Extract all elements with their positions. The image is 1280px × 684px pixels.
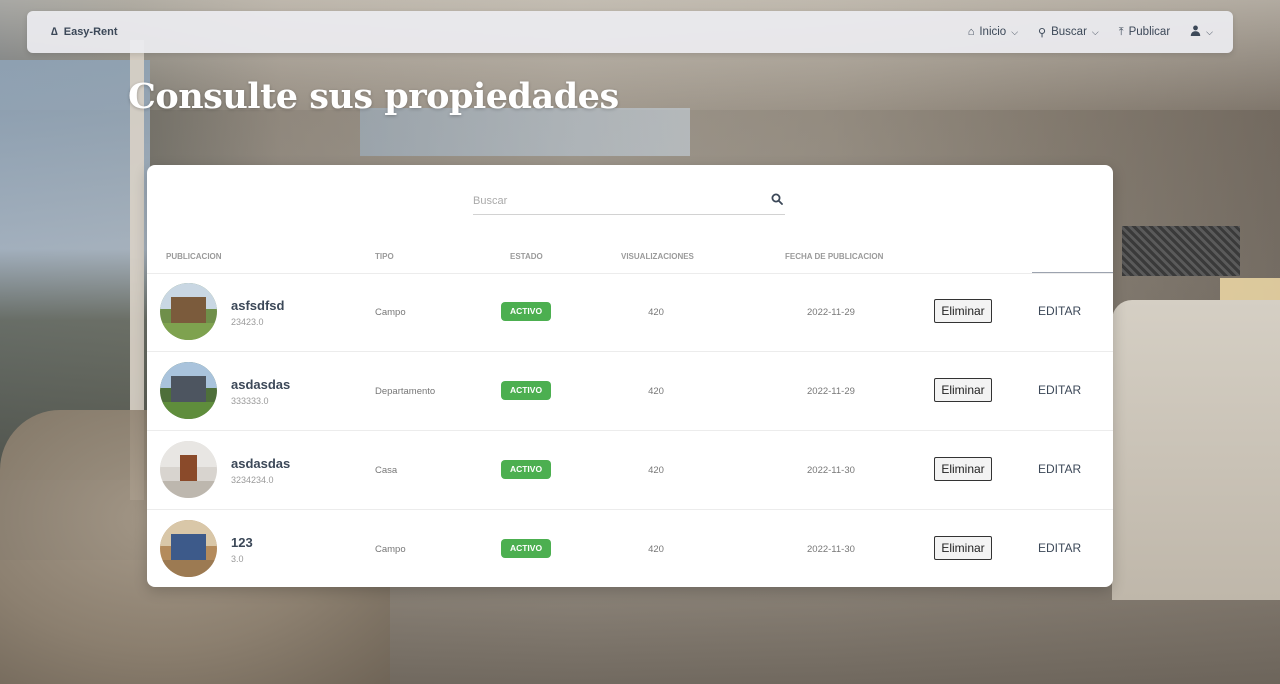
status-badge: ACTIVO bbox=[501, 539, 551, 558]
property-title: asdasdas bbox=[231, 377, 291, 392]
header-fecha: FECHA DE PUBLICACION bbox=[785, 252, 884, 261]
publication-date: 2022-11-30 bbox=[807, 465, 855, 476]
edit-button[interactable]: EDITAR bbox=[1038, 541, 1081, 555]
edit-button[interactable]: EDITAR bbox=[1038, 383, 1081, 397]
table-row: asfsdfsd 23423.0 Campo ACTIVO 420 2022-1… bbox=[147, 273, 1113, 351]
brand-label: Easy-Rent bbox=[63, 26, 118, 38]
background-chair bbox=[1112, 300, 1280, 600]
nav-item-buscar[interactable]: ⚲ Buscar ⌵ bbox=[1038, 26, 1099, 39]
delete-button[interactable]: Eliminar bbox=[934, 378, 992, 402]
chevron-down-icon: ⌵ bbox=[1206, 26, 1213, 37]
background-wall-art bbox=[1122, 226, 1240, 276]
views-count: 420 bbox=[648, 307, 664, 318]
property-price: 3234234.0 bbox=[231, 475, 274, 485]
property-title: asfsdfsd bbox=[231, 298, 285, 313]
nav-item-label: Buscar bbox=[1051, 26, 1087, 38]
property-thumbnail[interactable] bbox=[160, 520, 217, 577]
home-icon: ⌂ bbox=[967, 26, 975, 38]
search-input[interactable] bbox=[473, 194, 753, 207]
property-price: 333333.0 bbox=[231, 396, 269, 406]
header-visualizaciones: VISUALIZACIONES bbox=[621, 252, 694, 261]
nav-item-label: Inicio bbox=[979, 26, 1007, 38]
nav-item-user[interactable]: ⌵ bbox=[1190, 25, 1213, 39]
table-header: PUBLICACION TIPO ESTADO VISUALIZACIONES … bbox=[147, 243, 1113, 273]
navbar: ∆ Easy-Rent ⌂ Inicio ⌵ ⚲ Buscar ⌵ ⤒ Publ… bbox=[27, 11, 1233, 53]
property-type: Campo bbox=[375, 307, 406, 318]
search-icon[interactable] bbox=[771, 193, 783, 208]
property-type: Campo bbox=[375, 544, 406, 555]
table-row: asdasdas 333333.0 Departamento ACTIVO 42… bbox=[147, 352, 1113, 430]
publication-date: 2022-11-29 bbox=[807, 307, 855, 318]
nav-item-inicio[interactable]: ⌂ Inicio ⌵ bbox=[968, 26, 1018, 38]
user-icon bbox=[1190, 25, 1201, 39]
delete-button[interactable]: Eliminar bbox=[934, 457, 992, 481]
property-thumbnail[interactable] bbox=[160, 283, 217, 340]
edit-button[interactable]: EDITAR bbox=[1038, 462, 1081, 476]
header-publicacion: PUBLICACION bbox=[166, 252, 222, 261]
property-title: 123 bbox=[231, 535, 253, 550]
nav-item-label: Publicar bbox=[1128, 26, 1171, 38]
table-row: asdasdas 3234234.0 Casa ACTIVO 420 2022-… bbox=[147, 431, 1113, 509]
property-thumbnail[interactable] bbox=[160, 441, 217, 498]
search-icon: ⚲ bbox=[1038, 26, 1047, 39]
status-badge: ACTIVO bbox=[501, 460, 551, 479]
status-badge: ACTIVO bbox=[501, 302, 551, 321]
nav-item-publicar[interactable]: ⤒ Publicar bbox=[1119, 26, 1170, 39]
table-row: 123 3.0 Campo ACTIVO 420 2022-11-30 Elim… bbox=[147, 510, 1113, 587]
page-title: Consulte sus propiedades bbox=[128, 76, 619, 117]
chevron-down-icon: ⌵ bbox=[1011, 26, 1019, 37]
property-price: 23423.0 bbox=[231, 317, 264, 327]
airbnb-logo-icon: ∆ bbox=[51, 26, 58, 38]
publication-date: 2022-11-29 bbox=[807, 386, 855, 397]
search-box bbox=[473, 187, 785, 215]
upload-icon: ⤒ bbox=[1118, 25, 1124, 38]
chevron-down-icon: ⌵ bbox=[1091, 26, 1099, 37]
properties-card: PUBLICACION TIPO ESTADO VISUALIZACIONES … bbox=[147, 165, 1113, 587]
views-count: 420 bbox=[648, 386, 664, 397]
header-estado: ESTADO bbox=[510, 252, 543, 261]
property-type: Departamento bbox=[375, 386, 436, 397]
delete-button[interactable]: Eliminar bbox=[934, 299, 992, 323]
nav-items: ⌂ Inicio ⌵ ⚲ Buscar ⌵ ⤒ Publicar ⌵ bbox=[968, 25, 1213, 39]
header-tipo: TIPO bbox=[375, 252, 394, 261]
property-thumbnail[interactable] bbox=[160, 362, 217, 419]
status-badge: ACTIVO bbox=[501, 381, 551, 400]
brand-link[interactable]: ∆ Easy-Rent bbox=[51, 26, 118, 38]
views-count: 420 bbox=[648, 544, 664, 555]
views-count: 420 bbox=[648, 465, 664, 476]
edit-button[interactable]: EDITAR bbox=[1038, 304, 1081, 318]
publication-date: 2022-11-30 bbox=[807, 544, 855, 555]
property-title: asdasdas bbox=[231, 456, 291, 471]
delete-button[interactable]: Eliminar bbox=[934, 536, 992, 560]
property-price: 3.0 bbox=[231, 554, 244, 564]
property-type: Casa bbox=[375, 465, 398, 476]
